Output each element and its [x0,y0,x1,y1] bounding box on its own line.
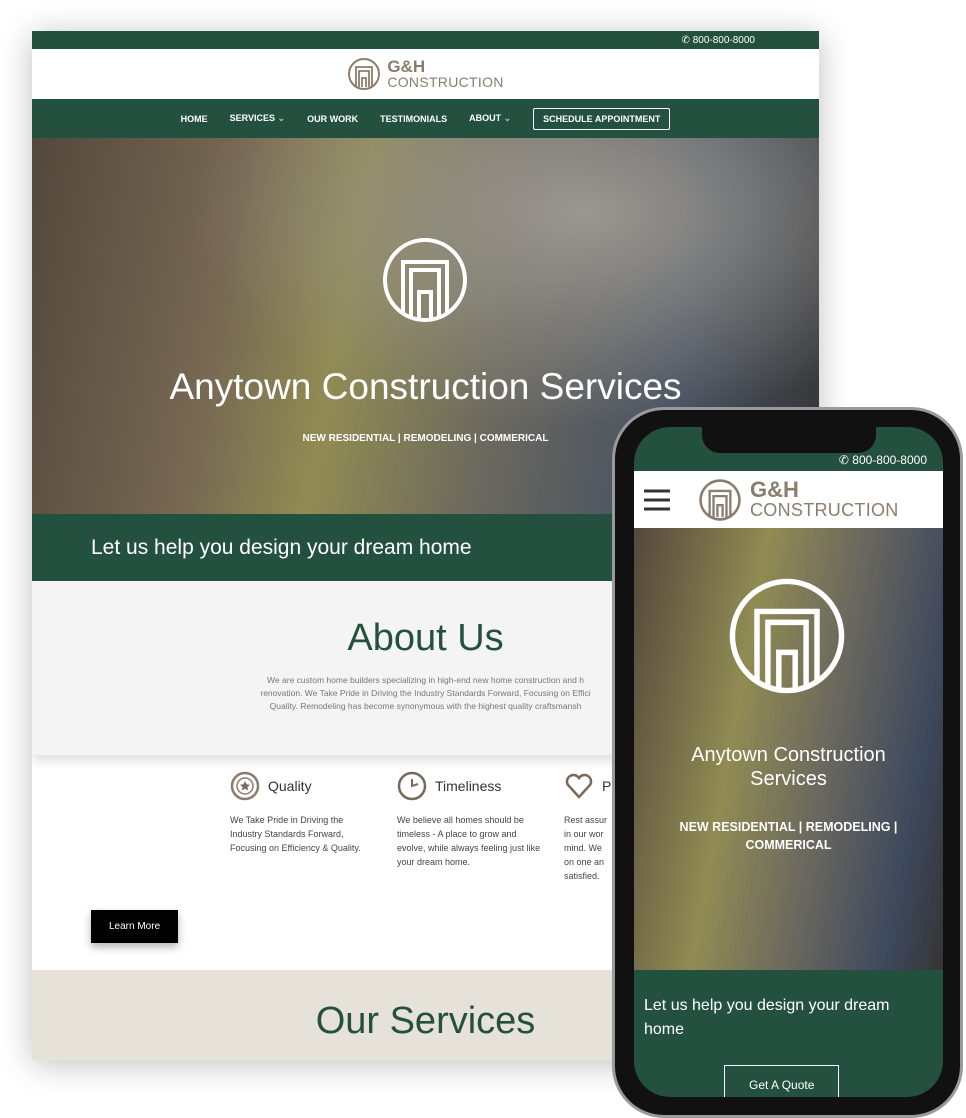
mobile-hero-title: Anytown Construction Services [691,744,886,790]
feature-quality: Quality We Take Pride in Driving the Ind… [230,771,375,855]
mobile-phone-number[interactable]: 800-800-8000 [852,453,927,467]
phone-number[interactable]: 800-800-8000 [693,35,755,46]
nav-testimonials[interactable]: TESTIMONIALS [380,114,447,124]
chevron-down-icon: ⌄ [503,113,512,123]
main-nav: HOME SERVICES ⌄ OUR WORK TESTIMONIALS AB… [32,99,819,138]
mobile-header: G&H CONSTRUCTION [634,471,943,528]
phone-screen: ✆ 800-800-8000 G&H CONSTRUCTION Anytown C… [634,427,943,1097]
hero-logo-icon [729,578,845,694]
mobile-hero-subtitle: NEW RESIDENTIAL | REMODELING | COMMERICA… [679,820,898,852]
nav-our-work[interactable]: OUR WORK [307,114,358,124]
nav-home[interactable]: HOME [181,114,208,124]
hero-logo-icon [383,238,467,322]
about-text: We are custom home builders specializing… [260,675,591,711]
chevron-down-icon: ⌄ [277,113,286,123]
feature-timeliness: Timeliness We believe all homes should b… [397,771,542,869]
clock-icon [397,771,427,801]
phone-icon: ✆ [838,453,853,467]
logo-icon[interactable] [347,57,381,91]
logo-text[interactable]: G&H CONSTRUCTION [387,58,503,91]
schedule-appointment-button[interactable]: SCHEDULE APPOINTMENT [533,107,671,130]
phone-mockup: ✆ 800-800-8000 G&H CONSTRUCTION Anytown C… [612,407,963,1118]
mobile-hero: Anytown Construction Services NEW RESIDE… [634,528,943,970]
top-bar: ✆ 800-800-8000 [32,31,819,49]
header: G&H CONSTRUCTION [32,49,819,99]
mobile-cta-band: Let us help you design your dream home [644,997,890,1038]
nav-about[interactable]: ABOUT ⌄ [469,113,511,124]
nav-services[interactable]: SERVICES ⌄ [230,113,285,124]
heart-icon [565,773,593,799]
phone-icon: ✆ [681,35,693,46]
hero-title: Anytown Construction Services [169,366,682,407]
logo-icon[interactable] [698,478,742,522]
hero-subtitle: NEW RESIDENTIAL | REMODELING | COMMERICA… [302,433,549,444]
learn-more-button[interactable]: Learn More [91,910,179,943]
logo-text[interactable]: G&H CONSTRUCTION [750,479,899,520]
get-a-quote-button[interactable]: Get A Quote [724,1065,840,1097]
hamburger-menu-icon[interactable] [644,489,670,511]
star-badge-icon [230,771,260,801]
